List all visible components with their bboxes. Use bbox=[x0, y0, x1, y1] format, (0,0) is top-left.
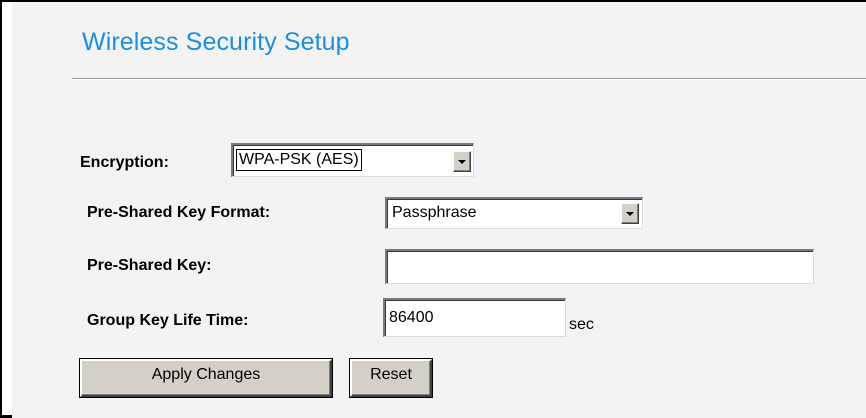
group-key-life-time-label: Group Key Life Time: bbox=[87, 312, 249, 329]
psk-format-label: Pre-Shared Key Format: bbox=[87, 204, 271, 221]
group-key-life-time-unit: sec bbox=[569, 316, 594, 333]
chevron-down-icon bbox=[626, 212, 634, 216]
reset-button[interactable]: Reset bbox=[349, 358, 433, 398]
window-frame: Wireless Security Setup Encryption: WPA-… bbox=[0, 0, 866, 418]
psk-format-dropdown-button[interactable] bbox=[621, 203, 639, 224]
chevron-down-icon bbox=[458, 160, 466, 164]
group-key-life-time-input[interactable] bbox=[383, 298, 566, 337]
psk-label: Pre-Shared Key: bbox=[87, 257, 212, 274]
reset-button-label: Reset bbox=[370, 366, 412, 383]
encryption-dropdown-button[interactable] bbox=[453, 151, 471, 172]
psk-format-select-value: Passphrase bbox=[392, 204, 477, 221]
wireless-security-panel: Wireless Security Setup Encryption: WPA-… bbox=[12, 2, 866, 418]
psk-input[interactable] bbox=[385, 249, 814, 284]
title-divider bbox=[72, 78, 866, 80]
psk-format-select[interactable]: Passphrase bbox=[385, 197, 643, 229]
encryption-select-value: WPA-PSK (AES) bbox=[236, 149, 362, 171]
encryption-label: Encryption: bbox=[80, 154, 169, 171]
page-title: Wireless Security Setup bbox=[82, 28, 350, 56]
encryption-select[interactable]: WPA-PSK (AES) bbox=[231, 143, 474, 177]
apply-changes-button[interactable]: Apply Changes bbox=[79, 358, 333, 398]
apply-changes-button-label: Apply Changes bbox=[151, 366, 261, 383]
